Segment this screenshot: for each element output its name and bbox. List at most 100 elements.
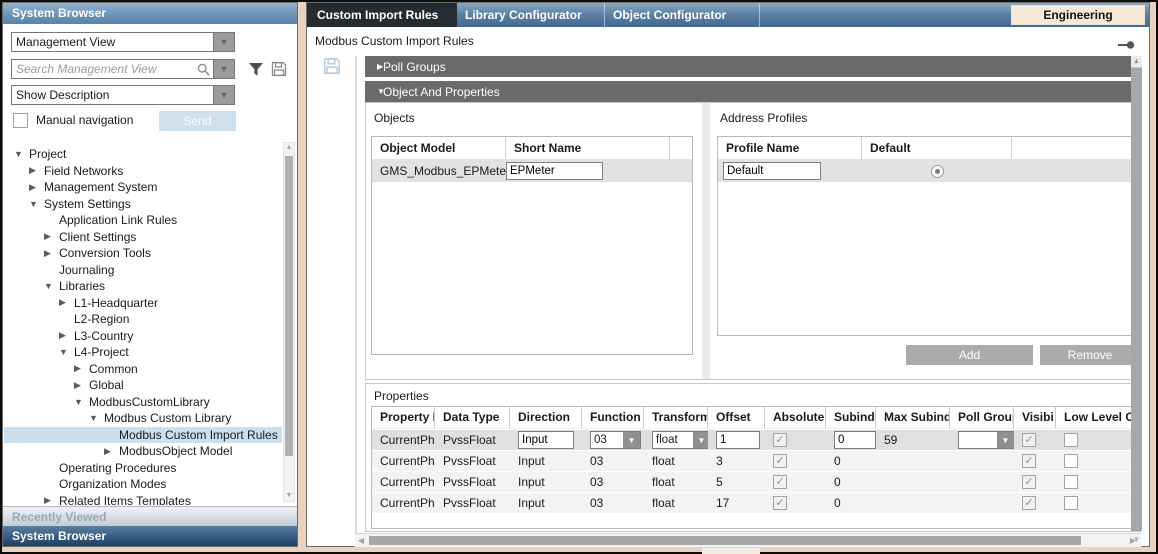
profile-name-input[interactable] [723,162,821,180]
tree-collapsed-icon[interactable]: ▶ [74,380,87,391]
tree-expanded-icon[interactable]: ▼ [29,199,42,209]
window-resize-grip[interactable] [702,548,760,554]
tree-expanded-icon[interactable]: ▼ [59,347,72,357]
display-mode-dropdown[interactable]: Show Description ▼ [11,85,235,105]
column-header-direction[interactable]: Direction [510,407,582,428]
absolute-checkbox[interactable]: ✓ [773,433,787,447]
tree-item-journaling[interactable]: Journaling [4,262,282,279]
tree-collapsed-icon[interactable]: ▶ [59,330,72,341]
tree-collapsed-icon[interactable]: ▶ [74,363,87,374]
vertical-scrollbar-thumb[interactable] [1131,68,1142,531]
column-header-short-name[interactable]: Short Name [506,137,670,159]
tree-item-application-link-rules[interactable]: Application Link Rules [4,212,282,229]
chevron-down-icon[interactable]: ▼ [213,33,234,51]
tree-item-global[interactable]: ▶Global [4,377,282,394]
tree-item-conversion-tools[interactable]: ▶Conversion Tools [4,245,282,262]
transformation-dropdown[interactable]: float▼ [652,431,708,449]
tree-collapsed-icon[interactable]: ▶ [104,446,117,457]
search-dropdown-chevron-icon[interactable]: ▼ [213,60,234,78]
poll-group-dropdown[interactable]: ▼ [958,431,1014,449]
tree-collapsed-icon[interactable]: ▶ [59,297,72,308]
scroll-up-icon[interactable]: ▲ [1131,56,1142,67]
column-header-object-model[interactable]: Object Model [372,137,506,159]
send-button[interactable]: Send [159,111,236,131]
tree-scrollbar-thumb[interactable] [285,156,293,456]
tree-expanded-icon[interactable]: ▼ [14,149,27,159]
absolute-checkbox[interactable]: ✓ [773,454,787,468]
horizontal-scrollbar-thumb[interactable] [369,536,1081,545]
tree-item-project[interactable]: ▼Project [4,146,282,163]
low-level-comparison-checkbox[interactable] [1064,475,1078,489]
chevron-down-icon[interactable]: ▼ [213,86,234,104]
column-header-visibi[interactable]: Visibi [1014,407,1056,428]
tree-collapsed-icon[interactable]: ▶ [29,182,42,193]
tree-item-system-settings[interactable]: ▼System Settings [4,196,282,213]
save-search-icon[interactable] [269,59,289,79]
short-name-input[interactable] [506,162,603,180]
poll-groups-section-header[interactable]: ▶ Poll Groups [365,56,1141,77]
tree-item-l4-project[interactable]: ▼L4-Project [4,344,282,361]
column-header-function-c[interactable]: Function C [582,407,644,428]
remove-button[interactable]: Remove [1040,345,1140,365]
system-browser-bottom-bar[interactable]: System Browser [3,526,297,546]
tree-item-common[interactable]: ▶Common [4,361,282,378]
column-header-transformat[interactable]: Transformat [644,407,708,428]
tab-custom-import-rules[interactable]: Custom Import Rules [307,3,457,27]
direction-input[interactable] [518,431,574,449]
tree-item-organization-modes[interactable]: Organization Modes [4,476,282,493]
visible-checkbox[interactable]: ✓ [1022,475,1036,489]
save-icon[interactable] [323,57,341,75]
column-header-property-n[interactable]: Property N [372,407,435,428]
tree-item-modbus-custom-library[interactable]: ▼Modbus Custom Library [4,410,282,427]
properties-table-row[interactable]: CurrentPha:PvssFloatInput03float5✓0✓ [372,472,1140,492]
engineering-mode-button[interactable]: Engineering [1011,5,1145,25]
properties-table-row[interactable]: CurrentPha:PvssFloat03▼float▼✓59▼✓ [372,430,1140,450]
column-header-data-type[interactable]: Data Type [435,407,510,428]
tree-collapsed-icon[interactable]: ▶ [29,165,42,176]
subindex-input[interactable] [834,431,876,449]
column-header-absolute[interactable]: Absolute [765,407,826,428]
view-dropdown[interactable]: Management View ▼ [11,32,235,52]
tree-scrollbar[interactable]: ▲ ▼ [283,142,295,502]
visible-checkbox[interactable]: ✓ [1022,454,1036,468]
properties-table-row[interactable]: CurrentPha:PvssFloatInput03float3✓0✓ [372,451,1140,471]
function-code-dropdown[interactable]: 03▼ [590,431,641,449]
low-level-comparison-checkbox[interactable] [1064,433,1078,447]
tree-collapsed-icon[interactable]: ▶ [44,495,57,505]
tree-item-l3-country[interactable]: ▶L3-Country [4,328,282,345]
horizontal-scrollbar[interactable]: ◀ ▶ [355,533,1141,547]
objects-table-row[interactable]: GMS_Modbus_EPMeter [372,160,692,182]
column-header-default[interactable]: Default [862,137,1012,159]
tree-item-operating-procedures[interactable]: Operating Procedures [4,460,282,477]
scroll-up-icon[interactable]: ▲ [284,143,294,153]
filter-icon[interactable] [246,59,266,79]
expanded-arrow-icon[interactable]: ▼ [365,87,383,96]
add-button[interactable]: Add [906,345,1033,365]
tree-collapsed-icon[interactable]: ▶ [44,231,57,242]
tree-item-management-system[interactable]: ▶Management System [4,179,282,196]
search-icon[interactable] [193,60,213,78]
column-header-profile-name[interactable]: Profile Name [718,137,862,159]
manual-navigation-checkbox[interactable] [13,113,28,128]
properties-table-row[interactable]: CurrentPha:PvssFloatInput03float17✓0✓ [372,493,1140,513]
chevron-down-icon[interactable]: ▼ [693,432,708,448]
tree-expanded-icon[interactable]: ▼ [74,397,87,407]
scroll-left-icon[interactable]: ◀ [355,534,367,547]
tree-expanded-icon[interactable]: ▼ [44,281,57,291]
tab-library-configurator[interactable]: Library Configurator [457,3,605,27]
tree-expanded-icon[interactable]: ▼ [89,413,102,423]
tree-item-modbusobject-model[interactable]: ▶ModbusObject Model [4,443,282,460]
vertical-scrollbar[interactable]: ▲ [1131,56,1142,531]
visible-checkbox[interactable]: ✓ [1022,433,1036,447]
low-level-comparison-checkbox[interactable] [1064,454,1078,468]
chevron-down-icon[interactable]: ▼ [997,432,1014,448]
absolute-checkbox[interactable]: ✓ [773,475,787,489]
tree-item-related-items-templates[interactable]: ▶Related Items Templates [4,493,282,506]
tree-item-libraries[interactable]: ▼Libraries [4,278,282,295]
recently-viewed-bar[interactable]: Recently Viewed [3,506,297,526]
column-header-subinde[interactable]: Subinde [826,407,876,428]
default-profile-radio[interactable] [931,165,944,178]
tree-item-l2-region[interactable]: L2-Region [4,311,282,328]
pin-icon[interactable] [1118,39,1135,49]
tree-item-l1-headquarter[interactable]: ▶L1-Headquarter [4,295,282,312]
